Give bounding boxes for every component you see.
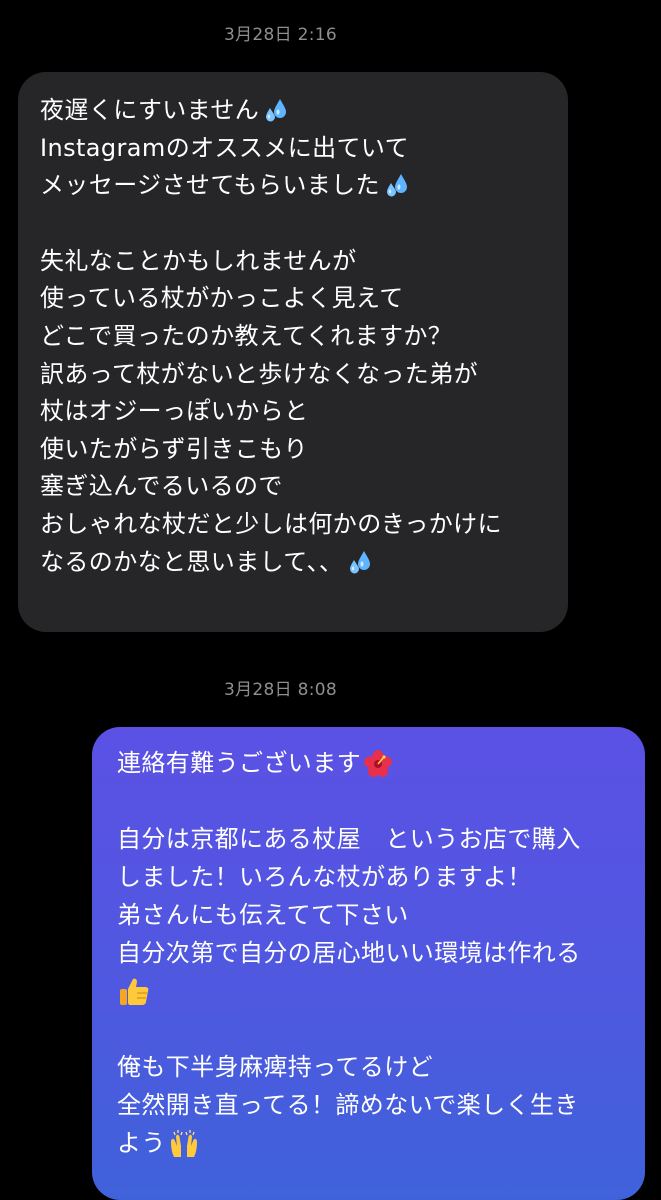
sweat-droplets-icon <box>345 548 375 578</box>
hibiscus-icon <box>363 749 393 779</box>
message-line: 自分は京都にある杖屋 というお店で購入 <box>117 825 581 853</box>
message-line: 使っている杖がかっこよく見えて <box>40 284 404 313</box>
sweat-droplets-icon <box>382 171 412 201</box>
message-line <box>117 972 635 1010</box>
sweat-droplets-icon <box>261 96 291 126</box>
message-line: しました！いろんな杖がありますよ！ <box>117 863 532 891</box>
message-line: どこで買ったのか教えてくれますか？ <box>40 321 453 350</box>
raising-hands-icon <box>168 1128 200 1160</box>
message-line: 自分次第で自分の居心地いい環境は作れる <box>117 939 581 967</box>
timestamp: 3月28日 2:16 <box>223 25 338 45</box>
message-line: 使いたがらず引きこもり <box>40 434 308 463</box>
message-line: 弟さんにも伝えてて下さい <box>117 901 409 929</box>
message-line: 連絡有難うございます <box>117 744 635 782</box>
message-line: メッセージさせてもらいました <box>40 167 558 205</box>
message-line: Instagramのオススメに出ていて <box>40 133 409 162</box>
message-line: なるのかなと思いまして、、 <box>40 544 558 582</box>
thumbs-up-icon <box>117 975 151 1009</box>
message-line: よう <box>117 1124 635 1162</box>
timestamp: 3月28日 8:08 <box>223 680 338 700</box>
message-line: おしゃれな杖だと少しは何かのきっかけに <box>40 509 502 538</box>
message-line: 失礼なことかもしれませんが <box>40 246 357 275</box>
message-line: 俺も下半身麻痺持ってるけど <box>117 1053 433 1081</box>
message-line-blank <box>117 782 635 820</box>
message-line: 塞ぎ込んでるいるので <box>40 472 283 501</box>
message-line-blank <box>40 205 558 243</box>
message-line: 杖はオジーっぽいからと <box>40 397 309 426</box>
incoming-message-bubble[interactable]: 夜遅くにすいません Instagramのオススメに出ていて メッセージさせてもら… <box>18 72 568 632</box>
outgoing-message-bubble[interactable]: 連絡有難うございます 自分は京都にある杖屋 というお店で購入 しました！いろんな… <box>92 727 645 1200</box>
message-line: 全然開き直ってる！諦めないで楽しく生き <box>117 1091 579 1119</box>
message-line: 夜遅くにすいません <box>40 92 558 130</box>
message-line: 訳あって杖がないと歩けなくなった弟が <box>40 359 478 388</box>
message-line-blank <box>117 1010 635 1048</box>
